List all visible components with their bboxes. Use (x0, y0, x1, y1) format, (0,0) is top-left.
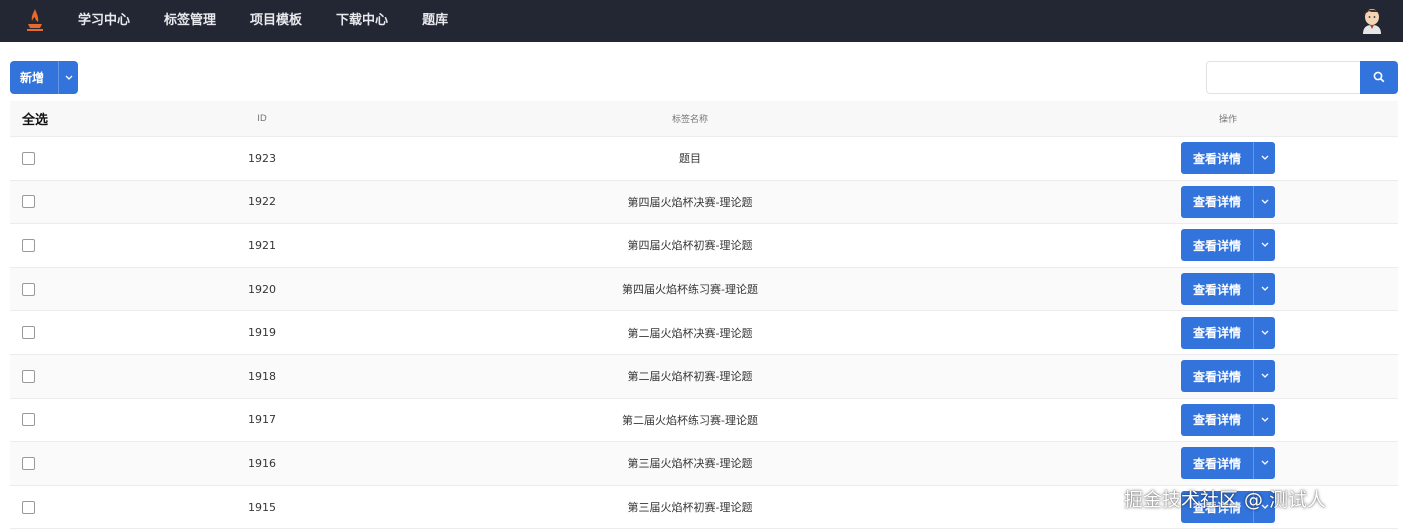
view-details-label: 查看详情 (1192, 238, 1241, 253)
nav-item[interactable]: 标签管理 (148, 0, 232, 42)
row-tag-name: 题目 (679, 152, 701, 166)
row-action-cell: 查看详情 (1110, 224, 1346, 267)
view-details-button[interactable]: 查看详情 (1181, 447, 1275, 480)
table-row: 1916 第三届火焰杯决赛-理论题 查看详情 (10, 442, 1398, 486)
action-column-header: 操作 (1218, 115, 1237, 125)
row-checkbox-cell (22, 355, 35, 398)
view-details-button[interactable]: 查看详情 (1181, 360, 1275, 393)
row-tag-name: 第三届火焰杯决赛-理论题 (627, 457, 753, 471)
search-icon (1373, 68, 1385, 87)
row-checkbox-cell (22, 181, 35, 224)
view-details-label: 查看详情 (1192, 326, 1241, 341)
table-row: 1920 第四届火焰杯练习赛-理论题 查看详情 (10, 267, 1398, 312)
row-tag-name: 第二届火焰杯决赛-理论题 (627, 326, 753, 340)
row-id: 1919 (248, 326, 276, 340)
table-row: 1918 第二届火焰杯初赛-理论题 查看详情 (10, 354, 1398, 399)
chevron-down-icon[interactable] (1254, 155, 1275, 161)
add-button[interactable]: 新增 (10, 61, 78, 94)
row-checkbox[interactable] (22, 456, 35, 470)
row-action-cell: 查看详情 (1110, 268, 1346, 311)
row-action-cell: 查看详情 (1110, 399, 1346, 442)
main-nav: 学习中心 标签管理 项目模板 下载中心 题库 (62, 0, 466, 42)
view-details-label: 查看详情 (1192, 369, 1241, 384)
row-id: 1921 (248, 238, 276, 252)
row-id: 1922 (248, 195, 276, 209)
view-details-button[interactable]: 查看详情 (1181, 185, 1275, 218)
chevron-down-icon[interactable] (1254, 460, 1275, 466)
row-tag-name: 第四届火焰杯练习赛-理论题 (622, 283, 758, 297)
row-tag-name: 第二届火焰杯练习赛-理论题 (622, 413, 758, 427)
row-action-cell: 查看详情 (1110, 137, 1346, 180)
row-checkbox-cell (22, 399, 35, 442)
chevron-down-icon[interactable] (1254, 330, 1275, 336)
table-row: 1919 第二届火焰杯决赛-理论题 查看详情 (10, 311, 1398, 355)
nav-item[interactable]: 题库 (406, 0, 464, 42)
row-checkbox[interactable] (22, 282, 35, 296)
row-checkbox[interactable] (22, 500, 35, 514)
row-checkbox[interactable] (22, 195, 35, 209)
chevron-down-icon[interactable] (1254, 417, 1275, 423)
table-row: 1917 第二届火焰杯练习赛-理论题 查看详情 (10, 398, 1398, 443)
watermark-text: 掘金技术社区 @ 测试人 (1124, 489, 1327, 511)
view-details-button[interactable]: 查看详情 (1181, 403, 1275, 436)
table-body: 1923 题目 查看详情 1922 第四届火焰杯决赛-理论题 查看详情 1921 第四届火焰杯… (10, 137, 1398, 530)
row-action-cell: 查看详情 (1110, 181, 1346, 224)
row-action-cell: 查看详情 (1110, 442, 1346, 485)
row-tag-name: 第二届火焰杯初赛-理论题 (627, 370, 753, 384)
nav-item[interactable]: 项目模板 (234, 0, 318, 42)
row-checkbox[interactable] (22, 413, 35, 427)
row-checkbox-cell (22, 442, 35, 485)
view-details-button[interactable]: 查看详情 (1181, 273, 1275, 306)
row-checkbox[interactable] (22, 369, 35, 383)
chevron-down-icon[interactable] (1254, 373, 1275, 379)
row-checkbox-cell (22, 486, 35, 529)
search-input[interactable] (1206, 61, 1360, 94)
flame-cup-logo-icon[interactable] (24, 7, 46, 33)
row-checkbox[interactable] (22, 238, 35, 252)
select-all-header[interactable]: 全选 (22, 101, 48, 136)
row-checkbox[interactable] (22, 151, 35, 165)
top-navbar: 学习中心 标签管理 项目模板 下载中心 题库 (0, 0, 1403, 42)
row-id: 1916 (248, 456, 276, 470)
row-id: 1923 (248, 151, 276, 165)
tag-table: 全选 ID 标签名称 操作 1923 题目 查看详情 1922 第四届火焰杯决赛-理论题… (10, 101, 1398, 530)
row-checkbox-cell (22, 137, 35, 180)
chevron-down-icon[interactable] (1254, 286, 1275, 292)
row-tag-name: 第四届火焰杯初赛-理论题 (627, 239, 753, 253)
row-tag-name: 第三届火焰杯初赛-理论题 (627, 501, 753, 515)
nav-item[interactable]: 学习中心 (62, 0, 146, 42)
row-id: 1920 (248, 282, 276, 296)
chevron-down-icon[interactable] (1254, 242, 1275, 248)
row-tag-name: 第四届火焰杯决赛-理论题 (627, 195, 753, 209)
add-button-label: 新增 (20, 71, 45, 85)
view-details-label: 查看详情 (1192, 456, 1241, 471)
view-details-button[interactable]: 查看详情 (1181, 316, 1275, 349)
view-details-label: 查看详情 (1192, 282, 1241, 297)
row-checkbox-cell (22, 268, 35, 311)
tag-name-column-header: 标签名称 (671, 115, 708, 125)
row-id: 1915 (248, 500, 276, 514)
row-checkbox-cell (22, 224, 35, 267)
view-details-label: 查看详情 (1192, 195, 1241, 210)
view-details-button[interactable]: 查看详情 (1181, 229, 1275, 262)
id-column-header: ID (257, 113, 267, 124)
row-action-cell: 查看详情 (1110, 355, 1346, 398)
table-row: 1922 第四届火焰杯决赛-理论题 查看详情 (10, 180, 1398, 225)
table-header-row: 全选 ID 标签名称 操作 (10, 101, 1398, 137)
table-row: 1921 第四届火焰杯初赛-理论题 查看详情 (10, 224, 1398, 268)
chevron-down-icon[interactable] (59, 75, 78, 81)
user-avatar-icon[interactable] (1360, 6, 1384, 34)
search-button[interactable] (1360, 61, 1398, 94)
nav-item[interactable]: 下载中心 (320, 0, 404, 42)
view-details-label: 查看详情 (1192, 151, 1241, 166)
view-details-label: 查看详情 (1192, 413, 1241, 428)
chevron-down-icon[interactable] (1254, 199, 1275, 205)
row-checkbox[interactable] (22, 326, 35, 340)
row-id: 1917 (248, 413, 276, 427)
table-row: 1923 题目 查看详情 (10, 137, 1398, 181)
row-action-cell: 查看详情 (1110, 311, 1346, 354)
row-id: 1918 (248, 369, 276, 383)
view-details-button[interactable]: 查看详情 (1181, 142, 1275, 175)
row-checkbox-cell (22, 311, 35, 354)
